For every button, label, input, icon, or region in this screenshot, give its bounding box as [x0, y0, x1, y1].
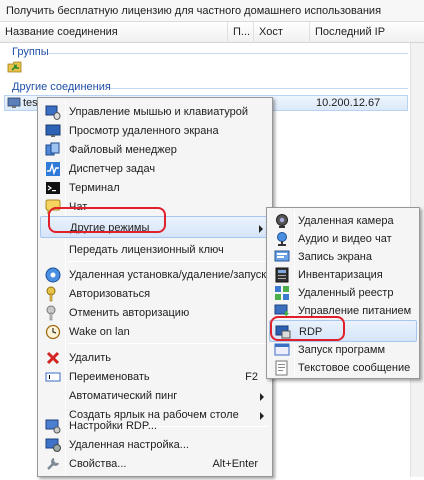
- delete-icon: [45, 350, 61, 366]
- menu-item-label: Управление мышью и клавиатурой: [69, 106, 248, 118]
- screen-record-icon: [274, 249, 290, 265]
- key-off-icon: [45, 305, 61, 321]
- submenu-arrow-icon: [259, 225, 263, 233]
- wrench-icon: [45, 456, 61, 472]
- menu-item-label: Другие режимы: [70, 222, 150, 234]
- rdp-icon: [275, 324, 291, 340]
- submenu-item-power-management[interactable]: Управление питанием: [269, 300, 417, 322]
- menu-item-label: Запуск программ: [298, 344, 386, 356]
- menu-separator: [68, 261, 268, 262]
- column-host[interactable]: Хост: [254, 22, 310, 43]
- install-icon: [45, 267, 61, 283]
- submenu-arrow-icon: [260, 393, 264, 401]
- menu-item-label: Удаленная установка/удаление/запуск...: [69, 269, 276, 281]
- menu-item-label: Авторизоваться: [69, 288, 151, 300]
- column-last-ip[interactable]: Последний IP: [310, 22, 410, 43]
- menu-item-label: Удаленная камера: [298, 215, 394, 227]
- column-header-bar: Название соединения П... Хост Последний …: [0, 22, 424, 43]
- mouse-icon: [45, 104, 61, 120]
- rename-icon: [45, 369, 61, 385]
- camera-icon: [274, 213, 290, 229]
- menu-item-wake-on-lan[interactable]: Wake on lan: [40, 321, 270, 343]
- menu-item-label: Удаленный реестр: [298, 287, 394, 299]
- groups-header[interactable]: Группы: [12, 46, 49, 58]
- menu-item-label: Аудио и видео чат: [298, 233, 392, 245]
- menu-item-properties[interactable]: Свойства... Alt+Enter: [40, 453, 270, 475]
- menu-item-label: Переименовать: [69, 371, 150, 383]
- menu-item-label: Терминал: [69, 182, 120, 194]
- menu-item-label: Чат: [69, 201, 88, 213]
- menu-separator: [68, 343, 268, 344]
- chat-icon: [45, 199, 61, 215]
- inventory-icon: [274, 267, 290, 283]
- files-icon: [45, 142, 61, 158]
- monitor-icon: [45, 123, 61, 139]
- submenu-item-text-message[interactable]: Текстовое сообщение: [269, 357, 417, 379]
- computer-icon: [7, 97, 21, 109]
- connection-last-ip: 10.200.12.67: [316, 97, 381, 109]
- other-connections-divider: [110, 88, 408, 89]
- menu-item-label: Отменить авторизацию: [69, 307, 190, 319]
- menu-item-label: Текстовое сообщение: [298, 362, 411, 374]
- menu-item-label: RDP: [299, 326, 323, 338]
- menu-item-label: Файловый менеджер: [69, 144, 177, 156]
- groups-divider: [48, 53, 408, 54]
- terminal-icon: [45, 180, 61, 196]
- menu-item-label: Настройки RDP...: [69, 420, 157, 432]
- registry-icon: [274, 285, 290, 301]
- menu-item-chat[interactable]: Чат: [40, 196, 270, 218]
- column-name[interactable]: Название соединения: [0, 22, 228, 43]
- menu-item-label: Свойства...: [69, 458, 127, 470]
- menu-item-label: Wake on lan: [69, 326, 130, 338]
- menu-item-label: Запись экрана: [298, 251, 373, 263]
- clock-icon: [45, 324, 61, 340]
- menu-item-label: Автоматический пинг: [69, 390, 178, 402]
- menu-item-shortcut: Alt+Enter: [212, 458, 258, 470]
- power-icon: [274, 303, 290, 319]
- menu-item-send-license-key[interactable]: Передать лицензионный ключ: [40, 239, 270, 261]
- column-p[interactable]: П...: [228, 22, 254, 43]
- menu-item-label: Диспетчер задач: [69, 163, 156, 175]
- menu-item-label: Просмотр удаленного экрана: [69, 125, 219, 137]
- license-banner-text[interactable]: Получить бесплатную лицензию для частног…: [6, 5, 381, 17]
- folder-up-icon[interactable]: [7, 60, 23, 74]
- license-banner[interactable]: Получить бесплатную лицензию для частног…: [0, 0, 424, 22]
- menu-item-label: Удалить: [69, 352, 111, 364]
- av-chat-icon: [274, 231, 290, 247]
- menu-item-label: Удаленная настройка...: [69, 439, 189, 451]
- run-program-icon: [274, 342, 290, 358]
- menu-item-other-modes[interactable]: Другие режимы: [40, 216, 270, 238]
- rdp-settings-icon: [45, 418, 61, 434]
- context-menu: Управление мышью и клавиатурой Просмотр …: [37, 97, 276, 477]
- menu-item-label: Инвентаризация: [298, 269, 383, 281]
- key-icon: [45, 286, 61, 302]
- remote-settings-icon: [45, 437, 61, 453]
- menu-item-label: Передать лицензионный ключ: [69, 244, 224, 256]
- other-connections-header[interactable]: Другие соединения: [12, 81, 111, 93]
- other-modes-submenu: Удаленная камера Аудио и видео чат Запис…: [266, 207, 420, 379]
- message-icon: [274, 360, 290, 376]
- task-manager-icon: [45, 161, 61, 177]
- menu-item-label: Управление питанием: [298, 305, 412, 317]
